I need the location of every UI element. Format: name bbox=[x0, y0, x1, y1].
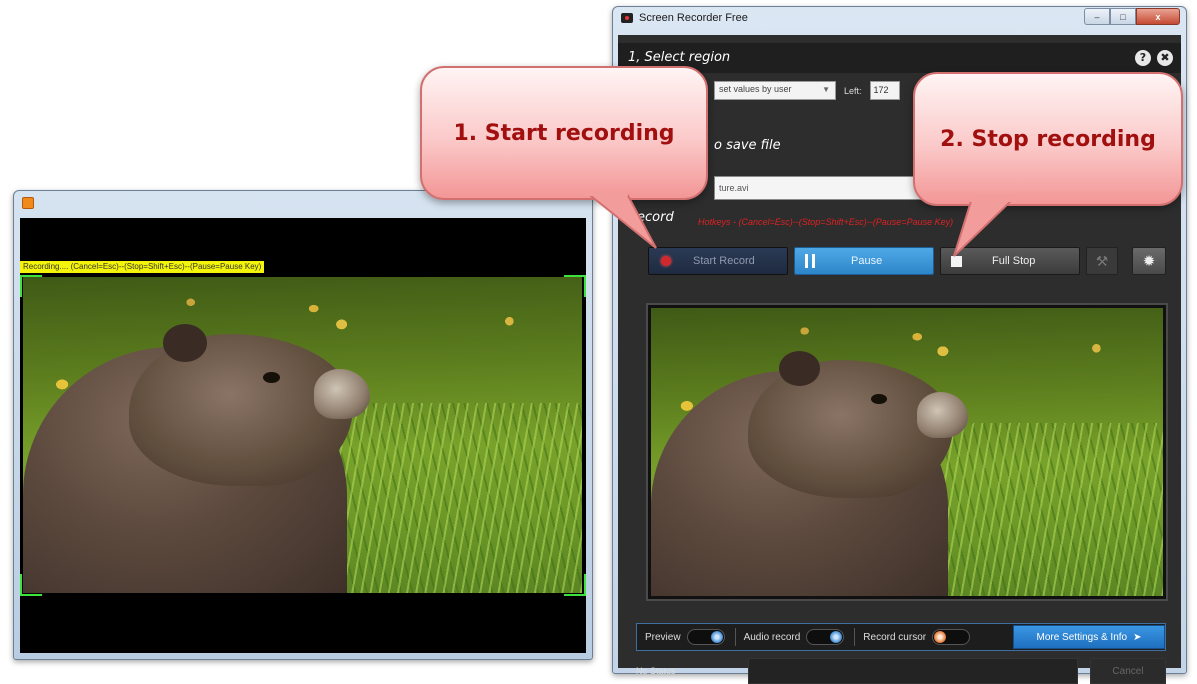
recording-viewport: Recording.... (Cancel=Esc)--(Stop=Shift+… bbox=[20, 218, 586, 653]
selection-corner-bottom-right bbox=[564, 574, 586, 596]
cancel-button[interactable]: Cancel bbox=[1090, 658, 1166, 684]
recording-window: Recording.... (Cancel=Esc)--(Stop=Shift+… bbox=[13, 190, 593, 660]
recording-banner: Recording.... (Cancel=Esc)--(Stop=Shift+… bbox=[20, 261, 265, 273]
pause-button[interactable]: Pause bbox=[794, 247, 934, 275]
stop-recording-callout: 2. Stop recording bbox=[913, 72, 1183, 206]
chevron-down-icon: ▼ bbox=[822, 85, 830, 94]
start-recording-callout: 1. Start recording bbox=[420, 66, 708, 200]
help-icon[interactable]: ? bbox=[1135, 50, 1151, 66]
groundhog-ear bbox=[779, 351, 820, 386]
region-settings-row: set values by user ▼ Left: 172 bbox=[714, 81, 900, 100]
start-recording-callout-text: 1. Start recording bbox=[453, 120, 675, 146]
pause-icon bbox=[805, 254, 815, 268]
settings-button[interactable]: ✹ bbox=[1132, 247, 1166, 275]
minimize-button[interactable]: – bbox=[1084, 8, 1110, 25]
captured-video-frame bbox=[23, 277, 582, 593]
record-dot-icon bbox=[661, 256, 671, 266]
left-label: Left: bbox=[844, 85, 862, 96]
window-title: Screen Recorder Free bbox=[639, 12, 748, 24]
groundhog-snout bbox=[917, 391, 969, 438]
start-record-label: Start Record bbox=[693, 255, 755, 267]
groundhog-snout bbox=[313, 368, 370, 420]
options-bar: Preview Audio record Record cursor More … bbox=[636, 623, 1166, 651]
toggle-knob bbox=[934, 631, 947, 643]
preview-panel bbox=[646, 303, 1168, 601]
stop-recording-callout-text: 2. Stop recording bbox=[940, 126, 1156, 152]
pause-label: Pause bbox=[851, 255, 883, 267]
app-icon bbox=[22, 197, 34, 209]
tools-button[interactable]: ⚒ bbox=[1086, 247, 1118, 275]
status-field bbox=[748, 658, 1078, 684]
left-value-input[interactable]: 172 bbox=[869, 81, 900, 100]
recorder-app-icon bbox=[621, 13, 633, 23]
audio-toggle-label: Audio record bbox=[743, 631, 801, 643]
divider bbox=[734, 628, 736, 646]
stop-callout-pointer bbox=[953, 198, 1016, 257]
select-region-title: 1, Select region bbox=[628, 50, 731, 65]
tools-icon: ⚒ bbox=[1095, 252, 1109, 269]
preview-toggle[interactable] bbox=[686, 629, 725, 645]
record-cursor-toggle[interactable] bbox=[932, 629, 971, 645]
hotkeys-hint: Hotkeys - (Cancel=Esc)--(Stop=Shift+Esc)… bbox=[698, 217, 954, 227]
preview-toggle-label: Preview bbox=[645, 631, 681, 643]
region-mode-select[interactable]: set values by user ▼ bbox=[714, 81, 836, 100]
groundhog-eye bbox=[263, 371, 281, 383]
close-button[interactable]: x bbox=[1136, 8, 1180, 25]
status-text: No Status bbox=[636, 666, 676, 676]
gear-icon: ✹ bbox=[1142, 253, 1156, 270]
selection-corner-top-left bbox=[20, 275, 42, 297]
cursor-toggle-label: Record cursor bbox=[863, 631, 927, 643]
audio-record-toggle[interactable] bbox=[806, 629, 845, 645]
status-row: No Status Cancel bbox=[636, 658, 1166, 684]
preview-video-frame bbox=[651, 308, 1163, 596]
toggle-knob bbox=[710, 631, 723, 643]
toggle-knob bbox=[830, 631, 843, 643]
selection-corner-bottom-left bbox=[20, 574, 42, 596]
start-record-button[interactable]: Start Record bbox=[648, 247, 788, 275]
save-file-title: o save file bbox=[714, 138, 781, 153]
more-settings-label: More Settings & Info bbox=[1036, 631, 1128, 643]
window-controls: – □ x bbox=[1084, 8, 1180, 25]
maximize-button[interactable]: □ bbox=[1110, 8, 1136, 25]
region-mode-value: set values by user bbox=[719, 84, 792, 94]
send-arrow-icon: ➤ bbox=[1133, 631, 1142, 643]
start-callout-pointer bbox=[584, 192, 657, 249]
more-settings-button[interactable]: More Settings & Info ➤ bbox=[1013, 625, 1165, 649]
selection-corner-top-right bbox=[564, 275, 586, 297]
close-panel-icon[interactable]: ✖ bbox=[1157, 50, 1173, 66]
select-region-header: 1, Select region ? ✖ bbox=[618, 43, 1181, 73]
divider bbox=[854, 628, 856, 646]
